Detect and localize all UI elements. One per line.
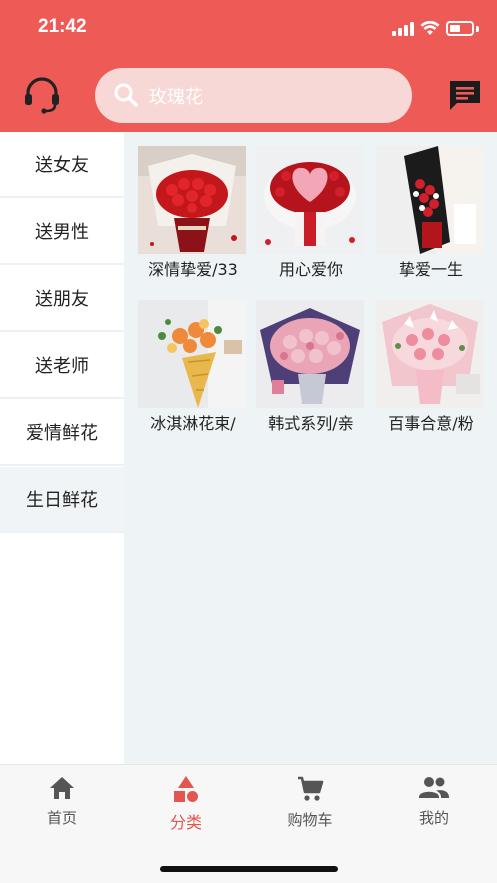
sidebar-item-love-flowers[interactable]: 爱情鲜花 [0, 400, 124, 466]
headset-icon[interactable] [22, 75, 62, 115]
sidebar-item-label: 送男性 [35, 222, 89, 243]
tab-label: 我的 [418, 809, 449, 827]
tab-category[interactable]: 分类 [124, 775, 248, 835]
long-box-bouquet-image [376, 146, 484, 254]
sidebar-item-label: 爱情鲜花 [26, 423, 98, 444]
tab-home[interactable]: 首页 [0, 775, 124, 835]
korean-style-bouquet-image [256, 300, 364, 408]
message-icon[interactable] [448, 79, 482, 111]
sidebar-item-friend[interactable]: 送朋友 [0, 266, 124, 332]
product-name: 冰淇淋花束/ [150, 414, 236, 433]
sidebar-item-teacher[interactable]: 送老师 [0, 333, 124, 399]
wifi-icon [420, 20, 440, 35]
sidebar-item-birthday-flowers[interactable]: 生日鲜花 [0, 467, 124, 533]
product-name: 挚爱一生 [398, 260, 463, 279]
product-name: 韩式系列/亲 [268, 414, 354, 433]
tab-label: 首页 [46, 809, 77, 827]
tab-profile[interactable]: 我的 [372, 775, 496, 835]
tab-cart[interactable]: 购物车 [248, 775, 372, 835]
search-placeholder: 玫瑰花 [149, 87, 203, 108]
product-name: 用心爱你 [278, 260, 343, 279]
app-header: 21:42 玫瑰花 [0, 0, 497, 132]
category-icon [174, 776, 198, 802]
sidebar-item-label: 送女友 [35, 155, 89, 176]
sidebar-item-male[interactable]: 送男性 [0, 199, 124, 265]
product-card[interactable]: 韩式系列/亲 [256, 300, 366, 436]
red-rose-bouquet-image [138, 146, 246, 254]
battery-icon [446, 21, 474, 36]
sidebar-item-girlfriend[interactable]: 送女友 [0, 132, 124, 198]
search-icon [114, 83, 138, 107]
home-indicator[interactable] [160, 866, 338, 872]
product-card[interactable]: 用心爱你 [256, 146, 366, 282]
category-sidebar: 送女友 送男性 送朋友 送老师 爱情鲜花 生日鲜花 [0, 132, 124, 764]
product-card[interactable]: 挚爱一生 [376, 146, 486, 282]
search-input[interactable]: 玫瑰花 [95, 68, 412, 123]
product-card[interactable]: 冰淇淋花束/ [138, 300, 248, 436]
product-name: 百事合意/粉 [388, 414, 474, 433]
cellular-signal-icon [392, 22, 414, 36]
sidebar-item-label: 送朋友 [35, 289, 89, 310]
product-grid: 深情挚爱/33 用心爱你 挚爱一生 冰淇淋花束/ 韩式系列/亲 百事合意/粉 [124, 132, 497, 764]
sidebar-item-label: 生日鲜花 [26, 490, 98, 511]
product-name: 深情挚爱/33 [148, 260, 238, 279]
heart-rose-bouquet-image [256, 146, 364, 254]
product-card[interactable]: 深情挚爱/33 [138, 146, 248, 282]
status-time: 21:42 [38, 16, 87, 37]
ice-cream-bouquet-image [138, 300, 246, 408]
tab-label: 分类 [169, 813, 202, 832]
sidebar-item-label: 送老师 [35, 356, 89, 377]
people-icon [419, 777, 449, 798]
cart-icon [298, 776, 324, 801]
status-bar: 21:42 [0, 0, 497, 60]
product-card[interactable]: 百事合意/粉 [376, 300, 486, 436]
lily-bouquet-image [376, 300, 484, 408]
home-icon [50, 777, 74, 799]
tab-label: 购物车 [287, 811, 333, 829]
